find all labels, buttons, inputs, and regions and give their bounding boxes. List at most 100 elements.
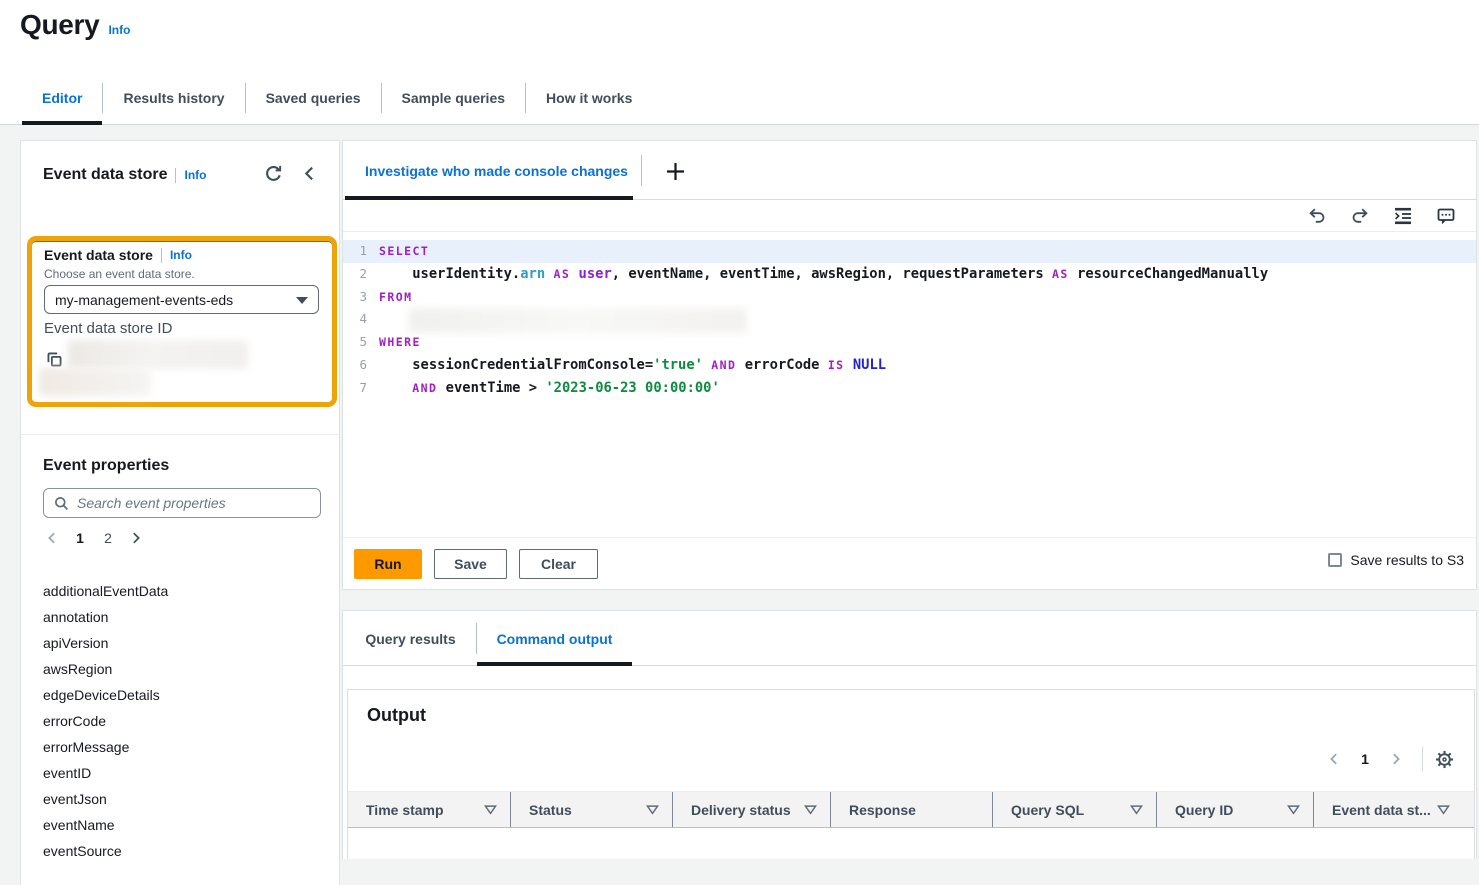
current-page[interactable]: 1	[1352, 751, 1378, 767]
next-page-button[interactable]	[1382, 748, 1410, 770]
editor-toolbar	[343, 201, 1476, 232]
run-button[interactable]: Run	[354, 549, 422, 579]
save-results-to-s3[interactable]: Save results to S3	[1328, 552, 1464, 568]
active-tab-underline	[477, 662, 632, 666]
code-line: 2 userIdentity.arn AS user, eventName, e…	[343, 263, 1476, 286]
page-number[interactable]: 1	[66, 530, 94, 546]
output-table-container: Output 1	[347, 689, 1475, 859]
event-property-item[interactable]: edgeDeviceDetails	[21, 682, 339, 708]
caret-down-icon	[296, 297, 308, 304]
filter-icon[interactable]	[804, 805, 817, 815]
filter-icon[interactable]	[646, 805, 659, 815]
event-property-item[interactable]: annotation	[21, 604, 339, 630]
event-property-item[interactable]: errorCode	[21, 708, 339, 734]
main-tab[interactable]: Results history	[103, 71, 244, 124]
code-token: =	[645, 357, 653, 373]
prev-page-button[interactable]	[1320, 748, 1348, 770]
event-property-item[interactable]: awsRegion	[21, 656, 339, 682]
new-query-tab-button[interactable]	[655, 151, 695, 191]
code-token: user	[579, 266, 612, 282]
next-page-button[interactable]	[122, 527, 150, 549]
main-tab-label: Saved queries	[266, 90, 361, 106]
code-token: WHERE	[379, 335, 421, 349]
line-number: 3	[343, 286, 374, 309]
main-tab[interactable]: How it works	[526, 71, 652, 124]
filter-icon[interactable]	[1437, 805, 1450, 815]
event-property-item[interactable]: errorMessage	[21, 734, 339, 760]
divider	[161, 248, 162, 263]
divider	[641, 155, 642, 186]
prev-page-button[interactable]	[38, 527, 66, 549]
editor-actions: Run Save Clear Save results to S3	[343, 538, 1476, 591]
page-numbers: 1 2	[66, 530, 122, 546]
format-button[interactable]	[1394, 207, 1412, 225]
panel-info-link[interactable]: Info	[184, 168, 206, 182]
table-column-header[interactable]: Event data st...	[1314, 792, 1463, 827]
code-text: AND eventTime > '2023-06-23 00:00:00'	[374, 377, 720, 400]
comment-button[interactable]	[1437, 207, 1455, 225]
main-tab[interactable]: Sample queries	[382, 71, 526, 124]
selector-info-link[interactable]: Info	[170, 248, 192, 262]
code-line: 3 FROM	[343, 286, 1476, 309]
checkbox[interactable]	[1328, 553, 1342, 567]
line-number: 1	[343, 240, 374, 263]
filter-icon[interactable]	[484, 805, 497, 815]
line-number: 4	[343, 308, 374, 331]
divider	[175, 168, 176, 183]
table-column-header[interactable]: Time stamp	[348, 792, 511, 827]
query-tab[interactable]: Investigate who made console changes	[345, 141, 633, 200]
chevron-right-icon	[129, 531, 143, 545]
table-column-header[interactable]: Status	[511, 792, 673, 827]
code-token: SELECT	[379, 244, 429, 258]
event-property-item[interactable]: eventJson	[21, 786, 339, 812]
main-tab-label: Sample queries	[402, 90, 506, 106]
event-data-store-select[interactable]: my-management-events-eds	[44, 285, 319, 314]
page-number[interactable]: 2	[94, 530, 122, 546]
event-property-item[interactable]: eventID	[21, 760, 339, 786]
refresh-button[interactable]	[264, 164, 283, 183]
event-property-item[interactable]: eventName	[21, 812, 339, 838]
event-property-item[interactable]: apiVersion	[21, 630, 339, 656]
code-token: AS	[1052, 267, 1069, 281]
main-tab[interactable]: Editor	[22, 71, 102, 124]
tab-command-output[interactable]: Command output	[477, 611, 632, 666]
redacted-id-value	[68, 340, 248, 369]
code-line: 1 SELECT	[343, 240, 1476, 263]
line-number: 7	[343, 377, 374, 400]
table-column-header[interactable]: Query SQL	[993, 792, 1157, 827]
column-label: Delivery status	[691, 802, 791, 818]
search-event-properties[interactable]	[43, 488, 321, 518]
code-line: 5 WHERE	[343, 331, 1476, 354]
main-tab[interactable]: Saved queries	[246, 71, 381, 124]
active-tab-underline	[345, 196, 633, 200]
clear-button[interactable]: Clear	[519, 549, 598, 579]
filter-icon[interactable]	[1130, 805, 1143, 815]
save-button[interactable]: Save	[434, 549, 507, 579]
code-token: resourceChangedManually	[1069, 266, 1268, 282]
filter-icon[interactable]	[1287, 805, 1300, 815]
collapse-panel-button[interactable]	[301, 165, 318, 182]
code-text: SELECT	[374, 240, 429, 263]
event-property-item[interactable]: eventSource	[21, 838, 339, 864]
copy-id-button[interactable]	[46, 351, 63, 368]
comment-icon	[1437, 207, 1455, 225]
table-settings-button[interactable]	[1435, 750, 1454, 769]
sql-editor[interactable]: 1 SELECT 2 userIdentity.arn AS user, eve…	[343, 233, 1476, 538]
undo-button[interactable]	[1308, 207, 1326, 225]
code-text: WHERE	[374, 331, 421, 354]
page-title-info-link[interactable]: Info	[108, 23, 130, 37]
redo-button[interactable]	[1351, 207, 1369, 225]
table-column-header[interactable]: Response	[831, 792, 993, 827]
output-table-header: Time stamp Status	[348, 791, 1474, 828]
search-input[interactable]	[77, 495, 310, 511]
code-token	[379, 266, 412, 282]
code-token: userIdentity	[412, 266, 512, 282]
event-property-item[interactable]: additionalEventData	[21, 578, 339, 604]
code-token: AND	[711, 358, 736, 372]
table-column-header[interactable]: Delivery status	[673, 792, 831, 827]
table-column-header[interactable]: Query ID	[1157, 792, 1314, 827]
tab-query-results[interactable]: Query results	[345, 611, 476, 666]
results-card: Query results Command output Output 1	[342, 610, 1477, 859]
main-tabs: Editor Results history Saved queries Sam…	[22, 71, 652, 124]
code-token	[437, 380, 445, 396]
